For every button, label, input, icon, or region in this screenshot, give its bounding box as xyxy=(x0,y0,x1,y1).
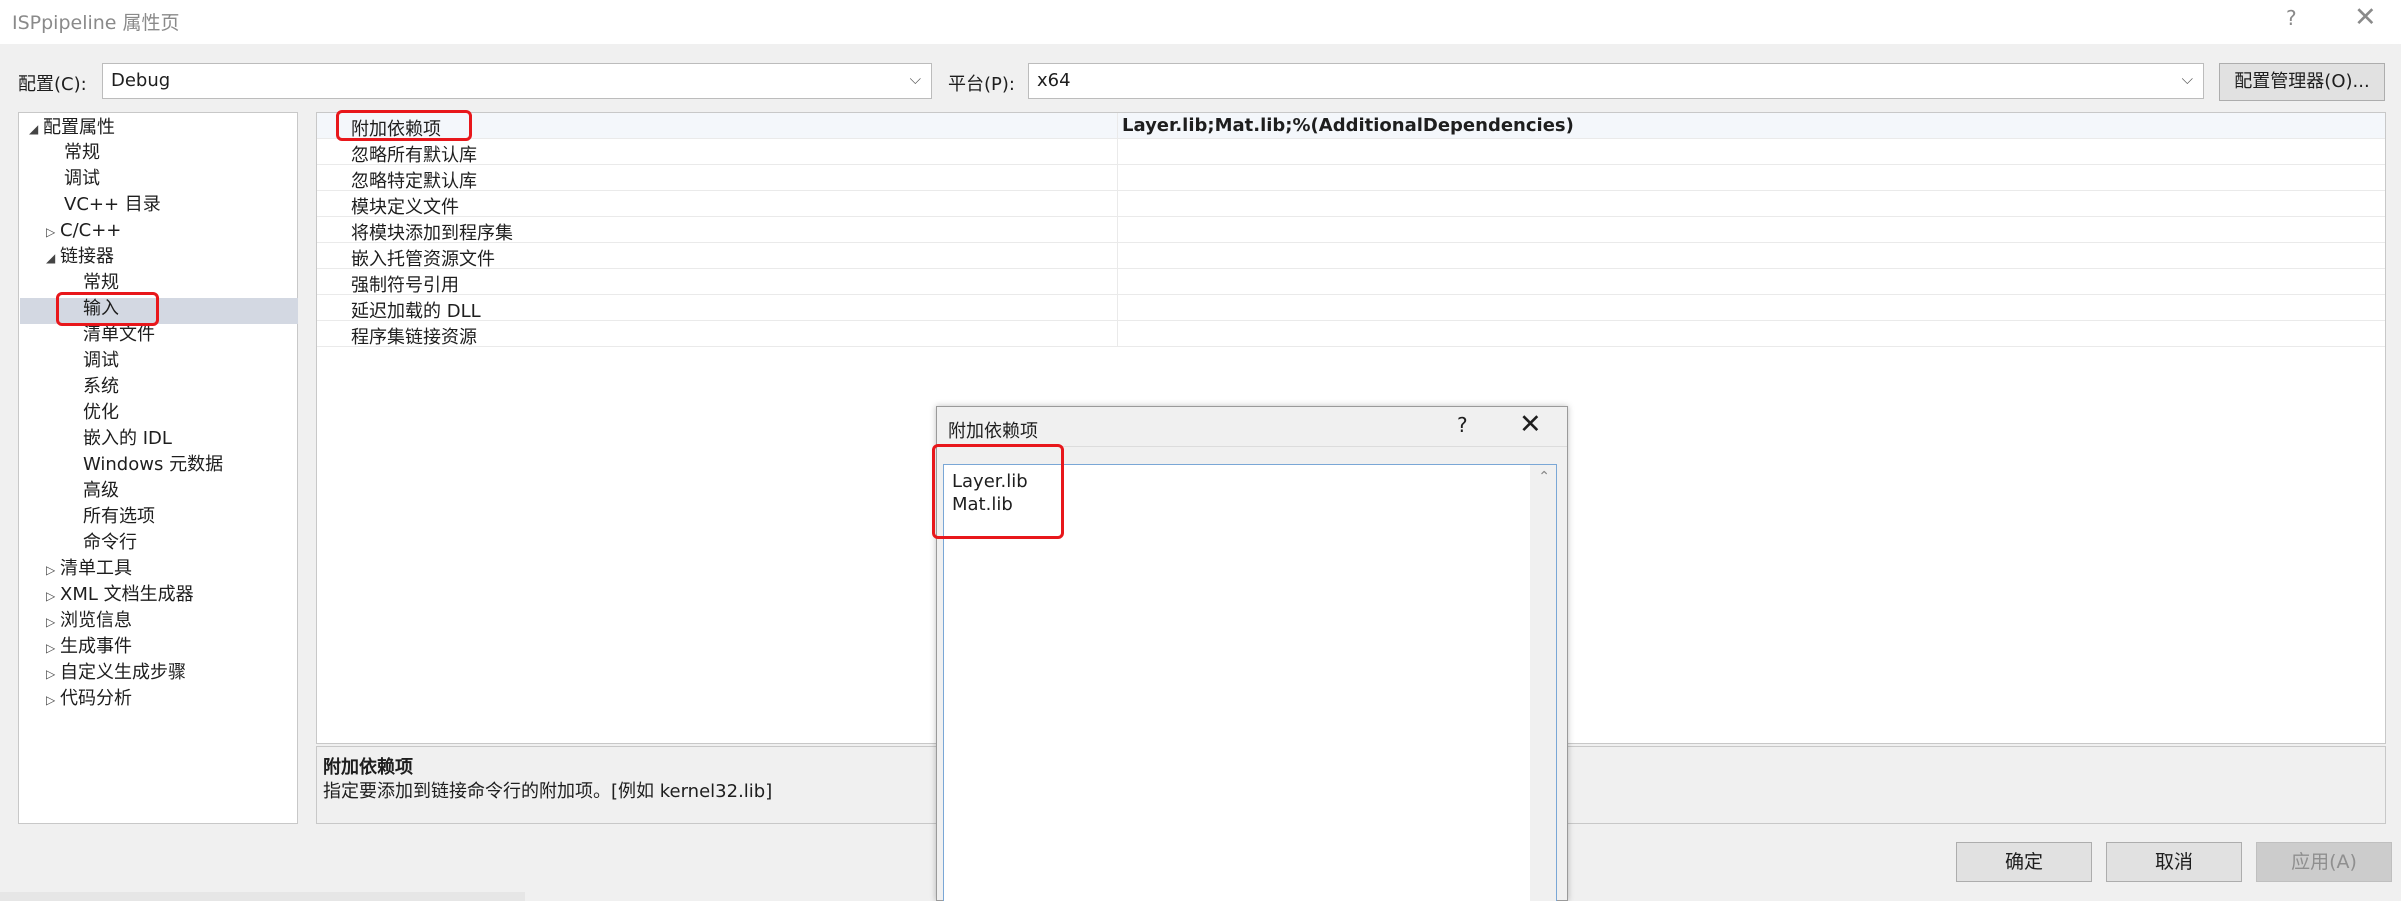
tree-item-general[interactable]: 常规 xyxy=(64,140,100,166)
tree-item-custom-build-step[interactable]: ▷ 自定义生成步骤 xyxy=(46,660,186,686)
property-tree: ◢ 配置属性 常规 调试 VC++ 目录 ▷ C/C++ ◢ 链接器 常规 输入 清单… xyxy=(18,112,298,824)
grid-row-additional-dependencies[interactable]: 附加依赖项 Layer.lib;Mat.lib;%(AdditionalDepen… xyxy=(317,113,2385,140)
tree-item-code-analysis[interactable]: ▷ 代码分析 xyxy=(46,686,132,712)
cancel-button[interactable]: 取消 xyxy=(2106,842,2242,882)
expand-triangle-icon[interactable]: ▷ xyxy=(46,635,60,661)
title-bar xyxy=(0,0,2401,44)
config-label: 配置(C): xyxy=(18,74,87,95)
tree-item-linker-optimization[interactable]: 优化 xyxy=(83,400,119,426)
close-icon[interactable]: ✕ xyxy=(2354,2,2377,33)
tree-item-manifest-tool[interactable]: ▷ 清单工具 xyxy=(46,556,132,582)
bottom-strip xyxy=(0,892,525,901)
description-text: 指定要添加到链接命令行的附加项。[例如 kernel32.lib] xyxy=(323,781,773,802)
config-dropdown[interactable]: Debug ⌵ xyxy=(102,63,932,99)
grid-row-embed-managed-resource[interactable]: 嵌入托管资源文件 xyxy=(317,243,2385,270)
annotation-highlight xyxy=(336,110,472,141)
tree-item-linker-system[interactable]: 系统 xyxy=(83,374,119,400)
expand-triangle-icon[interactable]: ▷ xyxy=(46,609,60,635)
expand-triangle-icon[interactable]: ▷ xyxy=(46,557,60,583)
platform-value: x64 xyxy=(1037,70,1071,91)
expand-triangle-icon[interactable]: ▷ xyxy=(46,219,60,245)
tree-item-browse-info[interactable]: ▷ 浏览信息 xyxy=(46,608,132,634)
tree-item-linker-advanced[interactable]: 高级 xyxy=(83,478,119,504)
tree-item-debugging[interactable]: 调试 xyxy=(64,166,100,192)
config-manager-button[interactable]: 配置管理器(O)... xyxy=(2219,63,2385,101)
grid-row-value[interactable]: Layer.lib;Mat.lib;%(AdditionalDependenci… xyxy=(1122,115,1574,136)
help-icon[interactable]: ? xyxy=(1457,413,1468,437)
ok-button[interactable]: 确定 xyxy=(1956,842,2092,882)
tree-item-xml-doc-generator[interactable]: ▷ XML 文档生成器 xyxy=(46,582,194,608)
help-icon[interactable]: ? xyxy=(2286,6,2297,30)
tree-item-vcpp-directories[interactable]: VC++ 目录 xyxy=(64,192,161,218)
tree-item-build-events[interactable]: ▷ 生成事件 xyxy=(46,634,132,660)
apply-button[interactable]: 应用(A) xyxy=(2256,842,2392,882)
collapse-triangle-icon[interactable]: ◢ xyxy=(29,116,43,142)
grid-row-force-symbol-references[interactable]: 强制符号引用 xyxy=(317,269,2385,296)
tree-item-linker-embedded-idl[interactable]: 嵌入的 IDL xyxy=(83,426,172,452)
tree-item-linker[interactable]: ◢ 链接器 xyxy=(46,244,114,270)
annotation-highlight xyxy=(56,292,159,326)
annotation-highlight xyxy=(932,444,1064,539)
tree-item-linker-command-line[interactable]: 命令行 xyxy=(83,530,137,556)
platform-label: 平台(P): xyxy=(948,74,1015,95)
tree-item-linker-windows-metadata[interactable]: Windows 元数据 xyxy=(83,452,223,478)
grid-row-module-definition-file[interactable]: 模块定义文件 xyxy=(317,191,2385,218)
close-icon[interactable]: ✕ xyxy=(1519,409,1542,440)
chevron-down-icon: ⌵ xyxy=(909,70,921,88)
collapse-triangle-icon[interactable]: ◢ xyxy=(46,245,60,271)
dialog-title-bar: 附加依赖项 ? ✕ xyxy=(937,407,1567,447)
tree-item-cpp[interactable]: ▷ C/C++ xyxy=(46,218,121,244)
grid-row-ignore-specific-default-libs[interactable]: 忽略特定默认库 xyxy=(317,165,2385,192)
platform-dropdown[interactable]: x64 ⌵ xyxy=(1028,63,2204,99)
expand-triangle-icon[interactable]: ▷ xyxy=(46,687,60,713)
vertical-scrollbar[interactable]: ⌃ xyxy=(1530,465,1556,901)
window-title: ISPpipeline 属性页 xyxy=(12,12,180,34)
chevron-up-icon[interactable]: ⌃ xyxy=(1538,469,1550,485)
chevron-down-icon: ⌵ xyxy=(2181,70,2193,88)
tree-item-config-properties[interactable]: ◢ 配置属性 xyxy=(29,115,115,141)
grid-row-ignore-all-default-libs[interactable]: 忽略所有默认库 xyxy=(317,139,2385,166)
expand-triangle-icon[interactable]: ▷ xyxy=(46,661,60,687)
grid-row-delay-loaded-dlls[interactable]: 延迟加载的 DLL xyxy=(317,295,2385,322)
dialog-title: 附加依赖项 xyxy=(948,421,1038,442)
tree-item-linker-all-options[interactable]: 所有选项 xyxy=(83,504,155,530)
description-title: 附加依赖项 xyxy=(323,757,413,778)
config-value: Debug xyxy=(111,70,171,91)
tree-item-linker-debugging[interactable]: 调试 xyxy=(83,348,119,374)
grid-row-assembly-link-resource[interactable]: 程序集链接资源 xyxy=(317,321,2385,348)
expand-triangle-icon[interactable]: ▷ xyxy=(46,583,60,609)
grid-row-add-module-to-assembly[interactable]: 将模块添加到程序集 xyxy=(317,217,2385,244)
